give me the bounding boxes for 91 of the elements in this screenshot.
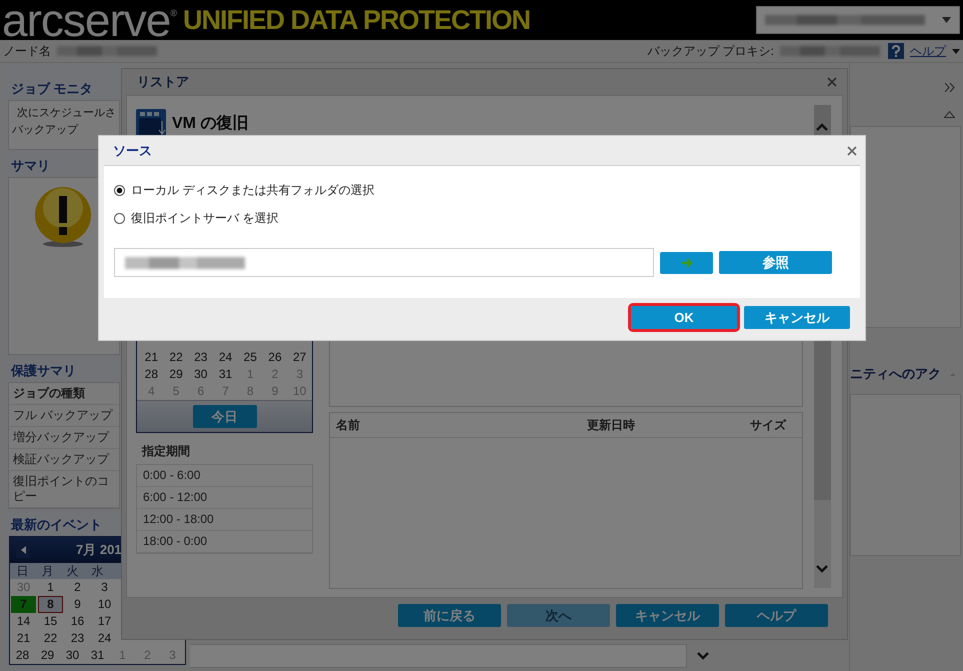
dialog-title: リストア [137,73,189,91]
calendar-day[interactable]: 24 [213,349,238,366]
expand-icon[interactable] [945,83,955,92]
chevron-down-icon[interactable] [697,652,709,660]
section-title: 保護サマリ [11,362,76,380]
section-title: サマリ [11,157,50,175]
close-icon[interactable] [827,77,837,87]
weekday-label: 火 [66,563,80,579]
job-type-item: 増分バックアップ [9,427,119,449]
calendar-day[interactable]: 31 [86,647,109,664]
dialog-button[interactable]: キャンセル [744,306,850,329]
path-field[interactable] [114,248,654,277]
calendar-day[interactable]: 21 [11,630,36,647]
month-title: 7月 201 [76,541,122,559]
dialog-button[interactable]: ヘルプ [725,604,828,627]
chevron-up-icon[interactable] [816,123,828,131]
job-monitor-text: 次にスケジュールさ [16,106,117,121]
dialog-button[interactable]: OK [631,306,737,329]
calendar-day[interactable]: 17 [92,613,117,630]
calendar-day[interactable]: 22 [38,630,63,647]
collapse-icon[interactable] [944,110,955,118]
proxy-label: バックアップ プロキシ: [647,42,774,60]
time-range-item[interactable]: 0:00 - 6:00 [137,465,312,487]
calendar-day[interactable]: 23 [65,630,90,647]
weekday-label: 月 [40,563,54,579]
weekday-label: 日 [16,563,30,579]
help-icon[interactable] [888,43,904,59]
chevron-down-icon[interactable] [816,565,828,573]
calendar-day[interactable]: 21 [139,349,164,366]
section-title: ジョブ モニタ [11,80,93,98]
section-title: 最新のイベント [11,516,102,534]
dialog-button[interactable]: キャンセル [616,604,719,627]
job-type-item: フル バックアップ [9,405,119,427]
browse-button[interactable]: 参照 [719,251,832,274]
job-type-item: 検証バックアップ [9,449,119,471]
calendar-day[interactable]: 30 [188,366,214,383]
product-name: UNIFIED DATA PROTECTION [183,4,530,36]
calendar-day[interactable]: 30 [61,647,84,664]
radio-button[interactable] [114,212,125,224]
registered-mark: ® [170,8,178,18]
job-monitor-text: バックアップ [11,122,80,138]
column-header: 名前 [336,416,361,434]
time-range-item[interactable]: 18:00 - 0:00 [137,531,312,553]
calendar-day[interactable]: 28 [139,366,164,383]
time-range-item[interactable]: 6:00 - 12:00 [137,487,312,509]
calendar-day[interactable]: 9 [65,596,90,613]
weekday-label: 水 [90,563,104,579]
calendar-day[interactable]: 3 [92,579,117,596]
calendar-day[interactable]: 10 [92,596,117,613]
calendar-day[interactable]: 2 [65,579,90,596]
radio-button[interactable] [114,184,125,196]
calendar-day[interactable]: 14 [11,613,36,630]
calendar-day[interactable]: 16 [65,613,90,630]
period-title: 指定期間 [140,443,191,460]
calendar-day[interactable]: 8 [38,596,63,613]
warning-icon [34,186,92,248]
close-icon[interactable] [847,146,857,156]
previous-month-button[interactable] [16,542,30,558]
server-dropdown[interactable] [756,6,960,34]
list-header: ジョブの種類 [9,383,119,405]
dialog-button[interactable]: 前に戻る [398,604,501,627]
job-type-item: 復旧ポイントのコピー [9,471,119,508]
calendar-day[interactable]: 25 [238,349,263,366]
option-label[interactable]: ローカル ディスクまたは共有フォルダの選択 [131,182,374,198]
calendar-day[interactable]: 22 [164,349,188,366]
caret-icon [942,17,951,23]
section-title: ニティへのアク [850,365,941,383]
calendar-day[interactable]: 28 [11,647,34,664]
calendar-day[interactable]: 27 [287,349,312,366]
calendar-day[interactable]: 1 [38,579,63,596]
today-button[interactable]: 今日 [192,405,256,428]
arrow-right-icon [680,256,692,268]
calendar-day[interactable]: 15 [38,613,63,630]
node-label: ノード名 [3,42,51,60]
calendar-day[interactable]: 29 [36,647,59,664]
column-header: 更新日時 [587,416,635,434]
option-label[interactable]: 復旧ポイントサーバ を選択 [131,210,278,226]
left-triangle-icon [20,546,26,554]
time-range-item[interactable]: 12:00 - 18:00 [137,509,312,531]
arcserve-logo: arcserve [2,0,170,40]
go-button[interactable] [660,252,713,274]
column-header: サイズ [750,416,786,434]
caret-icon [952,48,960,54]
calendar-day[interactable]: 29 [164,366,188,383]
calendar-day[interactable]: 31 [213,366,238,383]
calendar-day[interactable]: 23 [188,349,214,366]
dialog-title: ソース [113,142,152,160]
page-heading: VM の復旧 [172,114,248,134]
help-link[interactable]: ヘルプ [910,42,946,60]
calendar-day[interactable]: 26 [262,349,288,366]
calendar-day[interactable]: 24 [92,630,117,647]
